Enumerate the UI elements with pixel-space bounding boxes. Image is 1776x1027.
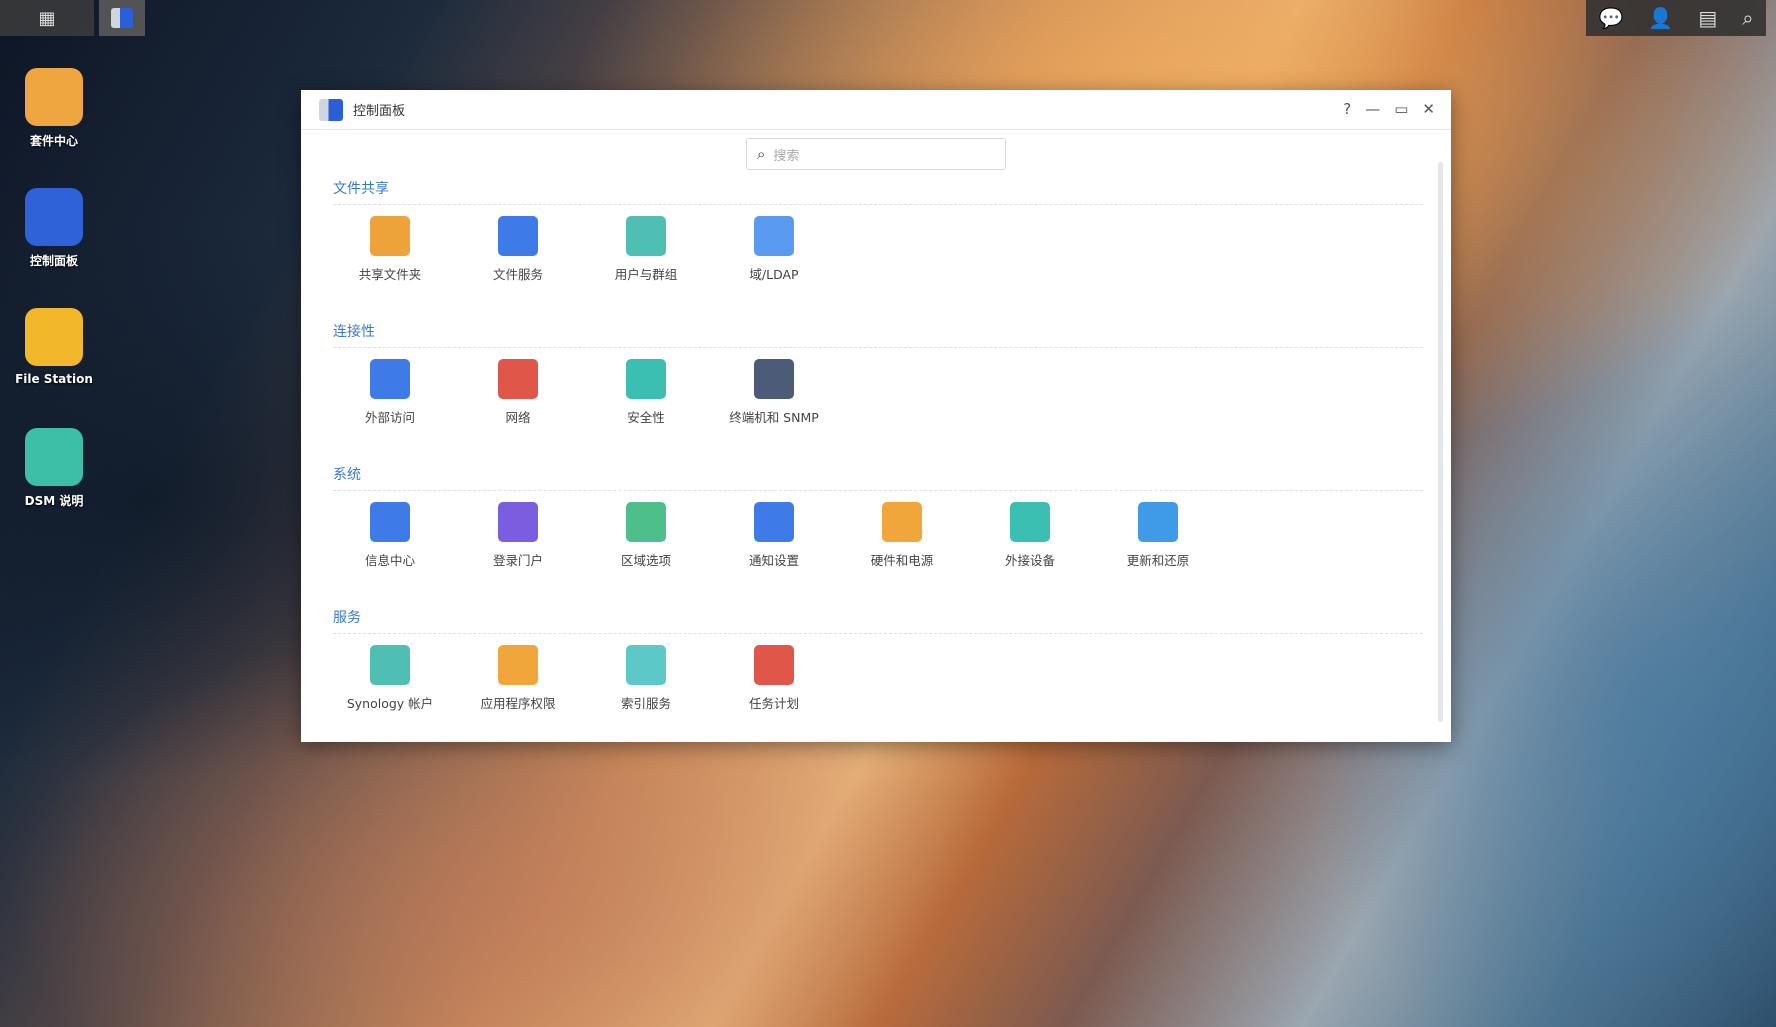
control-panel-item[interactable]: Synology 帐户: [326, 645, 454, 712]
search-input[interactable]: ⌕ 搜索: [746, 138, 1006, 170]
item-label: 网络: [505, 410, 531, 425]
chat-icon[interactable]: 💬: [1599, 6, 1624, 30]
item-label: 外接设备: [1004, 553, 1055, 568]
control-panel-item[interactable]: 任务计划: [710, 645, 838, 712]
desktop-icon[interactable]: 控制面板: [14, 188, 94, 269]
control-panel-item[interactable]: 共享文件夹: [326, 216, 454, 283]
desktop-icon-label: File Station: [15, 372, 93, 386]
control-panel-item[interactable]: 应用程序权限: [454, 645, 582, 712]
item-label: 索引服务: [620, 696, 671, 711]
help-button[interactable]: ?: [1343, 100, 1351, 118]
item-label: Synology 帐户: [346, 696, 434, 711]
window-title: 控制面板: [353, 104, 406, 119]
item-label: 任务计划: [748, 696, 799, 711]
desktop-icon[interactable]: File Station: [14, 308, 94, 386]
item-icon: [1010, 502, 1050, 542]
item-icon: [626, 645, 666, 685]
control-panel-item[interactable]: 外接设备: [966, 502, 1094, 569]
apps-grid-icon: ▦: [38, 7, 56, 29]
main-menu-button[interactable]: ▦: [0, 0, 94, 36]
desktop-icon-label: 控制面板: [29, 254, 78, 268]
item-icon: [370, 359, 410, 399]
item-label: 外部访问: [364, 410, 415, 425]
item-label: 硬件和电源: [870, 553, 934, 568]
control-panel-item[interactable]: 索引服务: [582, 645, 710, 712]
item-icon: [498, 502, 538, 542]
item-icon: [754, 502, 794, 542]
widgets-icon[interactable]: ▤: [1698, 6, 1717, 30]
app-icon: [25, 308, 83, 366]
item-icon: [1138, 502, 1178, 542]
desktop-icon-label: DSM 说明: [24, 494, 84, 508]
section-header: 文件共享: [333, 178, 1423, 205]
item-icon: [498, 645, 538, 685]
search-icon[interactable]: ⌕: [1742, 6, 1753, 30]
maximize-button[interactable]: ▭: [1394, 100, 1408, 118]
taskbar-control-panel[interactable]: [99, 0, 145, 36]
control-panel-item[interactable]: 用户与群组: [582, 216, 710, 283]
item-label: 通知设置: [748, 553, 799, 568]
control-panel-icon: [319, 98, 343, 121]
control-panel-item[interactable]: 区域选项: [582, 502, 710, 569]
item-label: 更新和还原: [1126, 553, 1190, 568]
control-panel-icon: [111, 8, 133, 28]
item-icon: [498, 216, 538, 256]
title-bar[interactable]: 控制面板: [301, 90, 1451, 130]
app-icon: [25, 428, 83, 486]
control-panel-item[interactable]: 网络: [454, 359, 582, 426]
item-label: 文件服务: [492, 267, 543, 282]
control-panel-item[interactable]: 终端机和 SNMP: [710, 359, 838, 426]
search-placeholder: 搜索: [773, 148, 800, 164]
item-icon: [370, 216, 410, 256]
section-header: 服务: [333, 607, 1423, 634]
scrollbar[interactable]: [1438, 162, 1443, 722]
item-icon: [882, 502, 922, 542]
control-panel-item[interactable]: 信息中心: [326, 502, 454, 569]
desktop-icon-label: 套件中心: [29, 134, 78, 148]
item-label: 登录门户: [492, 553, 543, 568]
control-panel-item[interactable]: 硬件和电源: [838, 502, 966, 569]
item-icon: [370, 502, 410, 542]
search-icon: ⌕: [757, 145, 766, 163]
desktop-icon[interactable]: DSM 说明: [14, 428, 94, 509]
item-icon: [754, 216, 794, 256]
control-panel-item[interactable]: 通知设置: [710, 502, 838, 569]
item-label: 用户与群组: [614, 267, 678, 282]
app-icon: [25, 68, 83, 126]
user-icon[interactable]: 👤: [1648, 6, 1673, 30]
item-label: 安全性: [627, 410, 665, 425]
control-panel-item[interactable]: 安全性: [582, 359, 710, 426]
item-icon: [754, 359, 794, 399]
item-icon: [626, 216, 666, 256]
section-header: 系统: [333, 464, 1423, 491]
control-panel-window: 控制面板 ? — ▭ ✕ ⌕ 搜索 文件共享共享文件夹 文件服务 用户与群组 域/LDA…: [301, 90, 1451, 742]
desktop-icon[interactable]: 套件中心: [14, 68, 94, 149]
control-panel-item[interactable]: 文件服务: [454, 216, 582, 283]
system-tray: 💬 👤 ▤ ⌕: [1586, 0, 1766, 36]
item-icon: [754, 645, 794, 685]
item-label: 终端机和 SNMP: [729, 410, 819, 425]
control-panel-item[interactable]: 域/LDAP: [710, 216, 838, 283]
item-label: 区域选项: [620, 553, 671, 568]
item-label: 共享文件夹: [358, 267, 422, 282]
item-label: 域/LDAP: [749, 267, 799, 282]
item-icon: [498, 359, 538, 399]
item-icon: [370, 645, 410, 685]
app-icon: [25, 188, 83, 246]
control-panel-item[interactable]: 登录门户: [454, 502, 582, 569]
control-panel-item[interactable]: 更新和还原: [1094, 502, 1222, 569]
close-button[interactable]: ✕: [1422, 100, 1435, 118]
minimize-button[interactable]: —: [1365, 100, 1380, 118]
item-label: 信息中心: [364, 553, 415, 568]
item-icon: [626, 359, 666, 399]
item-icon: [626, 502, 666, 542]
control-panel-item[interactable]: 外部访问: [326, 359, 454, 426]
section-header: 连接性: [333, 321, 1423, 348]
item-label: 应用程序权限: [480, 696, 556, 711]
